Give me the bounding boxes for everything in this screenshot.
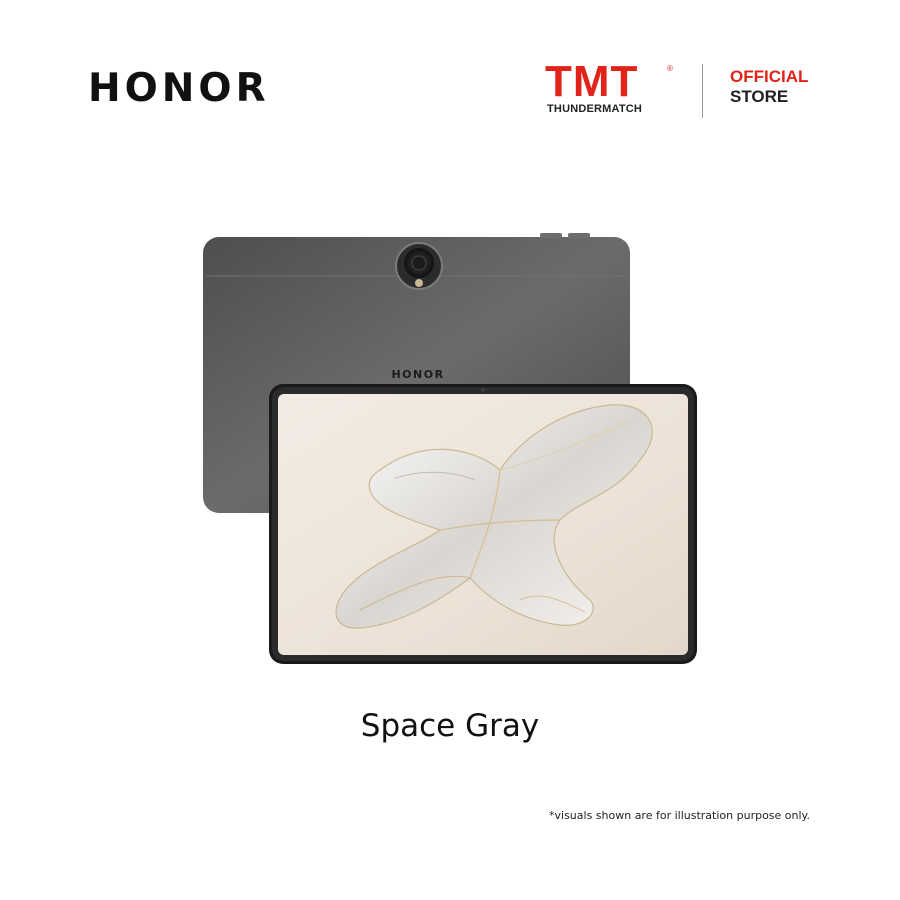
color-name: Space Gray <box>360 708 540 744</box>
back-honor-logo: HONOR <box>391 368 444 381</box>
color-variant-label: Space Gray <box>0 708 900 744</box>
tablet-product-image: HONOR <box>203 233 697 664</box>
disclaimer-text: *visuals shown are for illustration purp… <box>549 809 810 822</box>
camera-module-icon <box>395 242 443 290</box>
